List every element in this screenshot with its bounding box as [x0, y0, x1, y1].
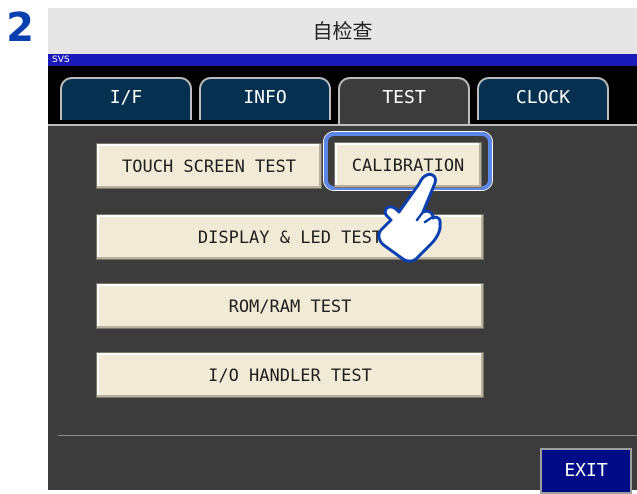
tab-test[interactable]: TEST — [338, 77, 470, 126]
window-title: 自检查 — [48, 8, 637, 55]
divider — [58, 435, 637, 436]
device-screen: 自检查 SVS I/F INFO TEST CLOCK TOUCH SCREEN… — [48, 8, 637, 494]
status-bar: SVS — [48, 54, 637, 66]
tab-info[interactable]: INFO — [199, 77, 331, 120]
pointing-hand-icon — [377, 172, 442, 263]
tab-clock[interactable]: CLOCK — [477, 77, 609, 120]
touch-screen-test-button[interactable]: TOUCH SCREEN TEST — [96, 143, 322, 189]
step-number: 2 — [6, 5, 34, 51]
io-handler-test-button[interactable]: I/O HANDLER TEST — [96, 352, 484, 398]
tab-if[interactable]: I/F — [60, 77, 192, 120]
tab-bar: I/F INFO TEST CLOCK — [48, 66, 637, 126]
status-label: SVS — [52, 55, 70, 65]
exit-button[interactable]: EXIT — [540, 448, 632, 494]
test-panel: TOUCH SCREEN TEST CALIBRATION DISPLAY & … — [48, 124, 637, 494]
rom-ram-test-button[interactable]: ROM/RAM TEST — [96, 283, 484, 329]
